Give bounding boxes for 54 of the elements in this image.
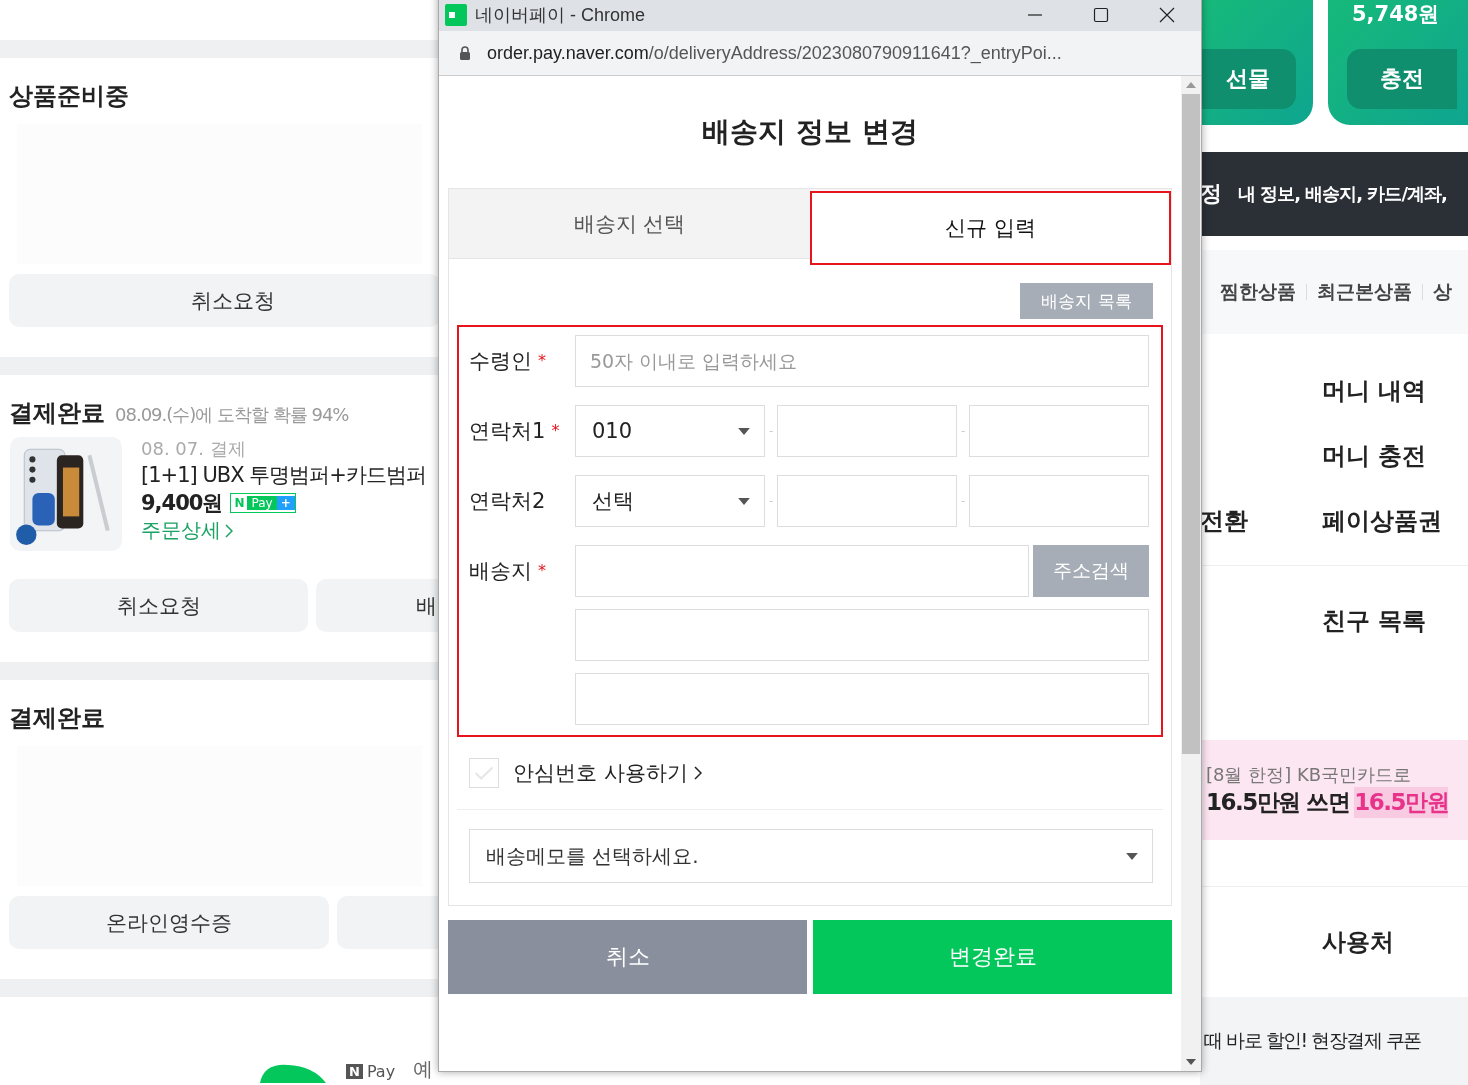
address-bar[interactable]: order.pay.naver.com/o/deliveryAddress/2023080790911641?_entryPoi...	[439, 31, 1201, 76]
shortcut-link[interactable]: 상	[1433, 279, 1452, 305]
menu-item[interactable]: 전환	[1200, 506, 1248, 535]
section-title: 상품준비중	[9, 81, 129, 112]
field-label: 연락처1	[469, 418, 546, 445]
action-button[interactable]: 온라인영수증	[9, 896, 329, 949]
dialog-title: 배송지 정보 변경	[701, 114, 919, 150]
banner-headline: 16.5만원 쓰면	[1206, 787, 1350, 817]
footer-link[interactable]: 예	[413, 1056, 434, 1083]
field-label: 배송지	[469, 558, 532, 585]
field-label: 수령인	[469, 348, 532, 375]
payment-date: 08. 07. 결제	[141, 437, 247, 461]
shortcut-link[interactable]: 찜한상품	[1220, 279, 1296, 305]
npay-logo: N Pay	[346, 1062, 396, 1081]
dropdown[interactable]: 선택	[575, 475, 765, 527]
checkbox-label[interactable]: 안심번호 사용하기	[513, 759, 702, 787]
banner-caption: [8월 한정] KB국민카드로	[1206, 762, 1413, 787]
input-field[interactable]: 50자 이내로 입력하세요	[575, 335, 1149, 387]
required-mark: *	[551, 420, 560, 440]
product-name: [1+1] UBX 투명범퍼+카드범퍼	[141, 462, 426, 489]
action-button[interactable]: 취소요청	[9, 579, 308, 632]
npay-badge: N Pay +	[230, 493, 296, 513]
action-button[interactable]: 취소요청	[9, 274, 440, 327]
notice-title: 정	[1200, 180, 1222, 208]
menu-item[interactable]: 페이상품권	[1322, 504, 1442, 537]
window-title: 네이버페이 - Chrome	[475, 4, 646, 27]
separator-text: -	[769, 494, 774, 508]
field-label: 연락처2	[469, 488, 546, 515]
notice-text: 내 정보, 배송지, 카드/계좌,	[1238, 182, 1447, 206]
action-button[interactable]: 배	[316, 579, 440, 632]
dropdown[interactable]: 010	[575, 405, 765, 457]
tab[interactable]: 신규 입력	[810, 191, 1171, 265]
banner-highlight: 16.5만원	[1354, 786, 1448, 818]
separator-text: -	[769, 424, 774, 438]
tab[interactable]: 배송지 선택	[449, 189, 810, 259]
product-price: 9,400원	[141, 490, 223, 517]
section-title: 사용처	[1322, 927, 1394, 958]
url-text: order.pay.naver.com/o/deliveryAddress/2023080790911641?_entryPoi...	[487, 42, 1062, 64]
required-mark: *	[538, 560, 546, 580]
section-title: 결제완료	[9, 703, 105, 734]
memo-dropdown[interactable]: 배송메모를 선택하세요.	[469, 829, 1153, 883]
coupon-text: 때 바로 할인! 현장결제 쿠폰	[1204, 1028, 1421, 1053]
delivery-estimate: 08.09.(수)에 도착할 확률 94%	[115, 403, 349, 427]
separator-text: -	[961, 494, 966, 508]
required-mark: *	[538, 350, 546, 370]
charge-button[interactable]: 충전	[1347, 49, 1457, 109]
menu-item[interactable]: 머니 내역	[1322, 374, 1427, 407]
shortcut-link[interactable]: 최근본상품	[1317, 279, 1412, 305]
gift-button[interactable]: 선물	[1200, 49, 1296, 109]
section-title: 결제완료	[9, 398, 105, 429]
menu-item[interactable]: 친구 목록	[1322, 605, 1427, 637]
promo-banner[interactable]: [8월 한정] KB국민카드로 16.5만원 쓰면 16.5만원	[1200, 740, 1468, 840]
separator-text: -	[961, 424, 966, 438]
menu-item[interactable]: 머니 충전	[1322, 439, 1427, 472]
